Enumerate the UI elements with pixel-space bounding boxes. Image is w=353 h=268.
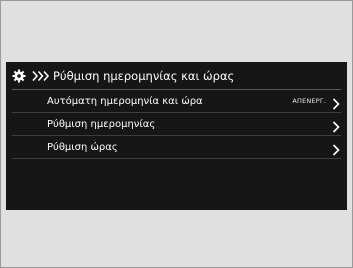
chevron-right-icon [332,118,340,133]
menu-item-label: Ρύθμιση ώρας [47,141,118,153]
menu-item-value: ΑΠΕΝΕΡΓ. [292,97,326,105]
page-title: Ρύθμιση ημερομηνίας και ώρας [53,68,235,83]
settings-screen: Ρύθμιση ημερομηνίας και ώρας Αυτόματη ημ… [6,62,347,210]
menu-item-set-date[interactable]: Ρύθμιση ημερομηνίας [12,113,341,136]
double-chevron-right-icon[interactable] [32,70,50,82]
menu-item-auto-date-time[interactable]: Αυτόματη ημερομηνία και ώρα ΑΠΕΝΕΡΓ. [12,90,341,113]
gear-icon [12,69,26,83]
chevron-right-icon [332,141,340,156]
menu-item-set-time[interactable]: Ρύθμιση ώρας [12,136,341,159]
menu-item-label: Αυτόματη ημερομηνία και ώρα [47,95,203,107]
screen-header: Ρύθμιση ημερομηνίας και ώρας [6,62,347,89]
page: Ρύθμιση ημερομηνίας και ώρας Αυτόματη ημ… [0,0,353,268]
chevron-right-icon [332,95,340,110]
menu-item-label: Ρύθμιση ημερομηνίας [47,118,156,130]
